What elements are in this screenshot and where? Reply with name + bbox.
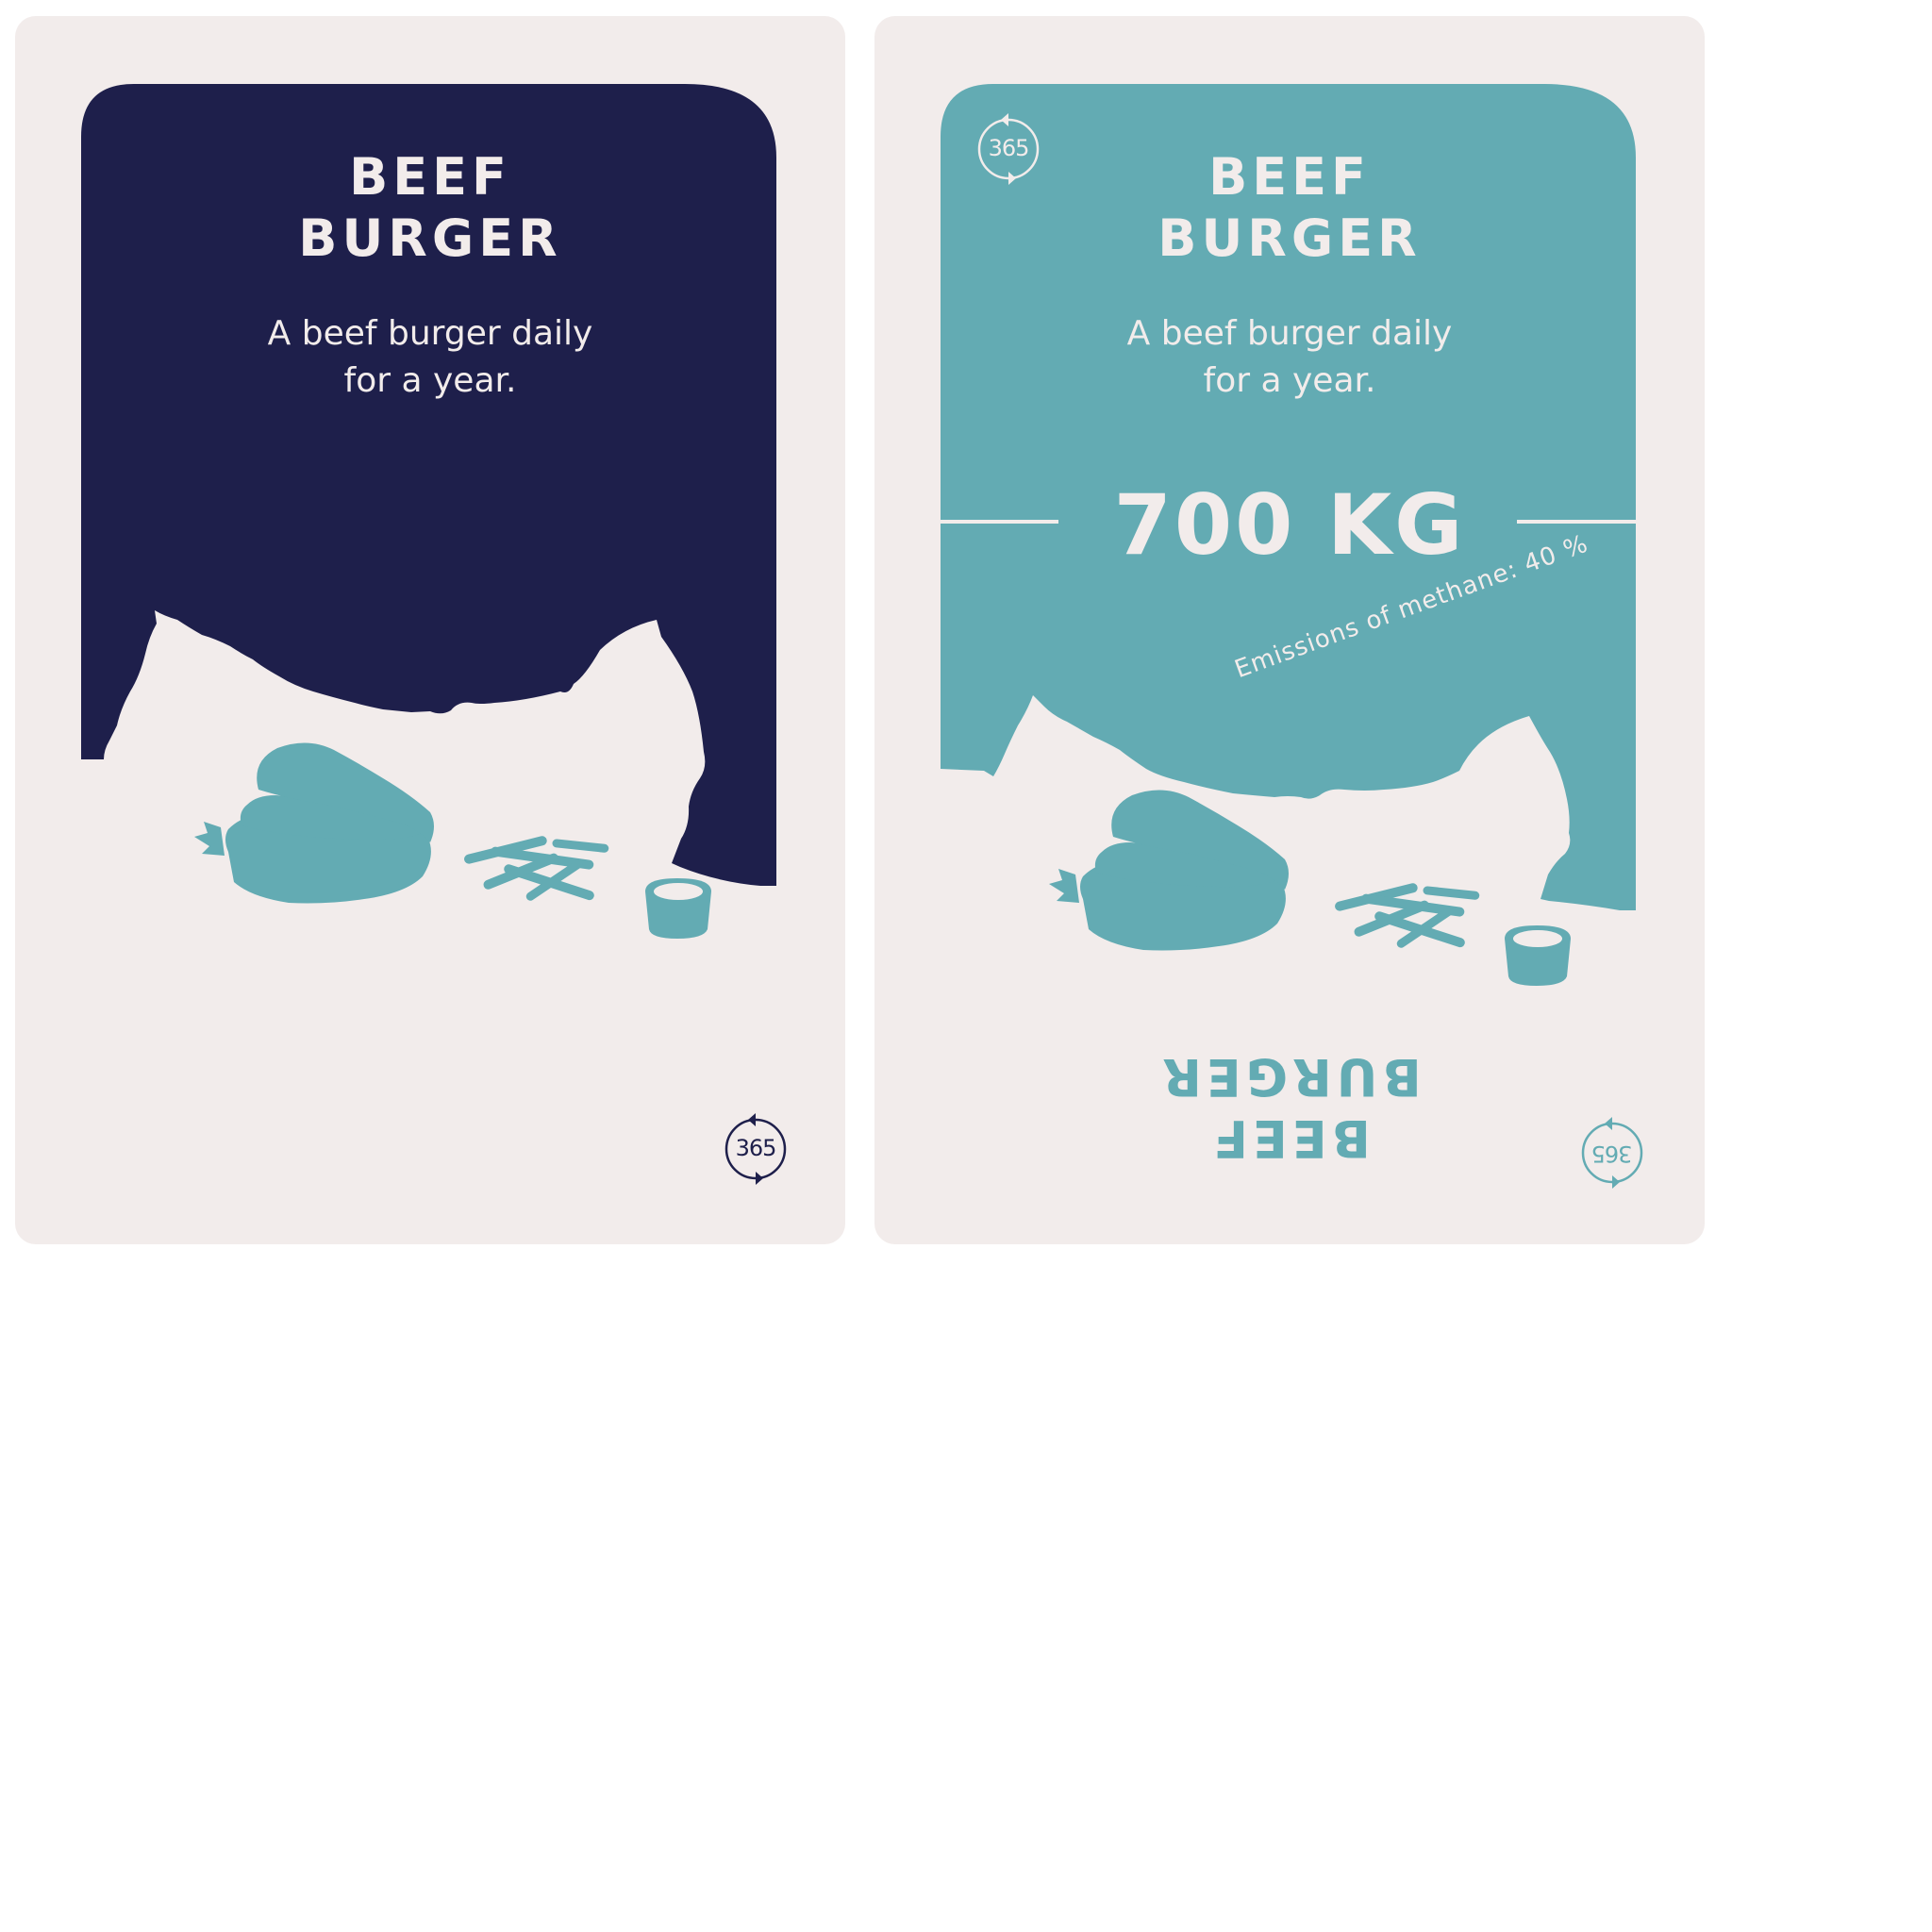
title-line-1: BEEF — [349, 147, 511, 207]
card-front: BEEF BURGER A beef burger daily for a ye… — [15, 16, 845, 1244]
cycle-365-badge: 365 — [722, 1109, 790, 1189]
title-line-2: BURGER — [298, 208, 562, 268]
subtitle-line-2: for a year. — [1203, 361, 1376, 400]
cycle-365-badge-bottom: 365 — [1578, 1113, 1646, 1192]
fries-icon — [464, 836, 609, 901]
burger-icon — [194, 742, 434, 904]
subtitle-line-1: A beef burger daily — [267, 314, 593, 353]
card-front-title: BEEF BURGER — [15, 146, 845, 269]
fries-icon — [1335, 883, 1480, 948]
card-front-subtitle: A beef burger daily for a year. — [15, 310, 845, 405]
flipped-title-line-2: BURGER — [1158, 1047, 1422, 1107]
subtitle-line-1: A beef burger daily — [1126, 314, 1453, 353]
card-back: 365 BEEF BURGER A beef burger daily for … — [874, 16, 1705, 1244]
badge-number: 365 — [1591, 1141, 1633, 1167]
badge-number: 365 — [735, 1135, 777, 1161]
title-line-2: BURGER — [1158, 208, 1422, 268]
card-back-subtitle: A beef burger daily for a year. — [874, 310, 1705, 405]
dip-cup-icon — [645, 878, 711, 939]
subtitle-line-2: for a year. — [343, 361, 517, 400]
dip-cup-icon — [1505, 925, 1571, 986]
title-line-1: BEEF — [1208, 147, 1371, 207]
card-back-title: BEEF BURGER — [874, 146, 1705, 269]
